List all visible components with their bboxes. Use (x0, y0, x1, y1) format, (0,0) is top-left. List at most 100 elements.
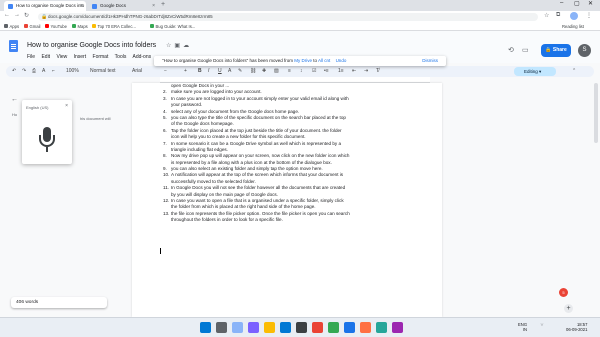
close-window-icon[interactable]: ✕ (588, 0, 593, 7)
move-folder-icon[interactable]: ▣ (174, 43, 183, 49)
document-title[interactable]: How to organise Google Docs into folders (27, 42, 156, 49)
star-icon[interactable]: ☆ (544, 12, 549, 19)
extensions-icon[interactable]: ⧉ (556, 12, 560, 19)
profile-icon[interactable] (570, 12, 578, 20)
docs-logo-icon[interactable] (9, 40, 18, 52)
indent-increase-icon[interactable]: ⇥ (364, 68, 368, 74)
teams-icon[interactable] (248, 322, 259, 333)
app-icon[interactable] (328, 322, 339, 333)
wifi-icon[interactable]: ⌔ (540, 322, 544, 328)
word-icon[interactable] (344, 322, 355, 333)
indent-decrease-icon[interactable]: ⇤ (352, 68, 356, 74)
url-bar[interactable]: 🔒 docs.google.com/document/d/1Hk3PHdhTPN… (38, 12, 538, 21)
task-view-icon[interactable] (232, 322, 243, 333)
list-item[interactable]: throughout the folders in order to look … (163, 217, 423, 223)
link-icon[interactable]: ⛓ (250, 68, 256, 74)
image-icon[interactable]: ▨ (274, 68, 279, 74)
reload-icon[interactable]: ↻ (24, 12, 29, 19)
voice-close-icon[interactable]: × (65, 103, 68, 109)
clear-format-icon[interactable]: T̸ (376, 68, 379, 74)
comments-icon[interactable]: ▭ (522, 46, 529, 54)
notice-to-link[interactable]: All cnt (318, 58, 330, 63)
bold-icon[interactable]: B (198, 68, 202, 74)
menu-edit[interactable]: Edit (41, 54, 50, 60)
language-indicator[interactable]: ENG IN (518, 322, 527, 332)
close-tab-icon[interactable]: × (80, 3, 83, 9)
app4-icon[interactable] (392, 322, 403, 333)
text-color-icon[interactable]: A (228, 68, 231, 74)
numbered-list-icon[interactable]: 1≡ (338, 68, 344, 74)
tab-active-doc[interactable]: How to organise Google Docs into × (4, 1, 86, 11)
highlight-icon[interactable]: ✎ (238, 68, 242, 74)
menu-file[interactable]: File (27, 54, 35, 60)
new-tab-button[interactable]: + (161, 1, 165, 8)
tab-google-docs[interactable]: Google Docs × (88, 1, 158, 11)
chrome-icon[interactable] (312, 322, 323, 333)
menu-kebab-icon[interactable]: ⋮ (586, 12, 592, 19)
print-icon[interactable]: ⎙ (32, 68, 36, 74)
redo-icon[interactable]: ↷ (22, 68, 26, 74)
start-button[interactable] (200, 322, 211, 333)
document-body[interactable]: open Google Docs in your ... 2. make sure … (163, 83, 423, 224)
history-icon[interactable]: ⟲ (508, 46, 514, 54)
bookmark-gmail[interactable]: Gmail (24, 24, 40, 29)
bookmark-top70[interactable]: Top 70 ERA Collec... (92, 24, 136, 29)
side-text-left: Ho (12, 112, 18, 117)
comment-icon[interactable]: ✚ (262, 68, 266, 74)
windows-taskbar: ENG IN ⌔ 18:57 06-09-2021 (0, 317, 600, 337)
line-spacing-icon[interactable]: ↕ (300, 68, 303, 74)
clock[interactable]: 18:57 06-09-2021 (566, 322, 587, 332)
app3-icon[interactable] (376, 322, 387, 333)
reading-list[interactable]: Reading list (562, 24, 584, 29)
font-select[interactable]: Arial (132, 68, 142, 74)
store-icon[interactable] (296, 322, 307, 333)
bulleted-list-icon[interactable]: •≡ (324, 68, 329, 74)
word-count-badge[interactable]: 406 words (11, 297, 107, 308)
maximize-icon[interactable]: ▢ (574, 0, 580, 7)
file-explorer-icon[interactable] (264, 322, 275, 333)
italic-icon[interactable]: I (208, 68, 209, 74)
notice-from-link[interactable]: My Drive (294, 58, 312, 63)
style-select[interactable]: Normal text (90, 68, 116, 74)
app2-icon[interactable] (360, 322, 371, 333)
avatar[interactable]: S (578, 44, 591, 57)
undo-link[interactable]: Undo (336, 58, 347, 63)
bookmark-apps[interactable]: Apps (4, 24, 19, 29)
editing-mode-select[interactable]: Editing ▾ (514, 67, 556, 76)
paint-format-icon[interactable]: ⌐ (52, 68, 55, 74)
menu-format[interactable]: Format (93, 54, 109, 60)
cloud-status-icon[interactable]: ☁ (183, 43, 192, 49)
share-button[interactable]: 🔒 Share (541, 44, 571, 57)
collapse-menus-icon[interactable]: ⌃ (572, 68, 576, 74)
bookmark-youtube[interactable]: YouTube (45, 24, 67, 29)
explore-plus-button[interactable]: + (564, 304, 573, 313)
spellcheck-icon[interactable]: A (42, 68, 45, 74)
voice-language-select[interactable]: English (US) (26, 105, 48, 110)
dismiss-button[interactable]: Dismiss (422, 56, 438, 66)
zoom-select[interactable]: 100% (66, 68, 79, 74)
vertical-scrollbar[interactable] (594, 83, 598, 143)
menu-tools[interactable]: Tools (115, 54, 127, 60)
menu-insert[interactable]: Insert (74, 54, 87, 60)
microphone-icon[interactable] (31, 124, 63, 156)
bookmark-maps[interactable]: Maps (72, 24, 88, 29)
list-text: Tap the folder icon placed at the top ju… (171, 127, 342, 133)
outline-back-icon[interactable]: ← (11, 96, 18, 103)
list-text: your password. (171, 102, 203, 108)
checklist-icon[interactable]: ☑ (312, 68, 316, 74)
forward-icon[interactable]: → (14, 12, 20, 18)
underline-icon[interactable]: U (218, 68, 222, 74)
list-text: make sure you are logged into your accou… (171, 89, 262, 95)
edge-icon[interactable] (280, 322, 291, 333)
align-icon[interactable]: ≡ (288, 68, 291, 74)
font-size-minus[interactable]: − (164, 68, 167, 74)
minimize-icon[interactable]: – (560, 0, 563, 6)
back-icon[interactable]: ← (4, 12, 10, 18)
search-taskbar-icon[interactable] (216, 322, 227, 333)
close-tab-icon[interactable]: × (152, 3, 155, 9)
menu-addons[interactable]: Add-ons (132, 54, 151, 60)
bookmark-bugguide[interactable]: Bug Guide: What Is... (150, 24, 195, 29)
menu-view[interactable]: View (56, 54, 67, 60)
font-size-plus[interactable]: + (184, 68, 187, 74)
undo-icon[interactable]: ↶ (12, 68, 16, 74)
